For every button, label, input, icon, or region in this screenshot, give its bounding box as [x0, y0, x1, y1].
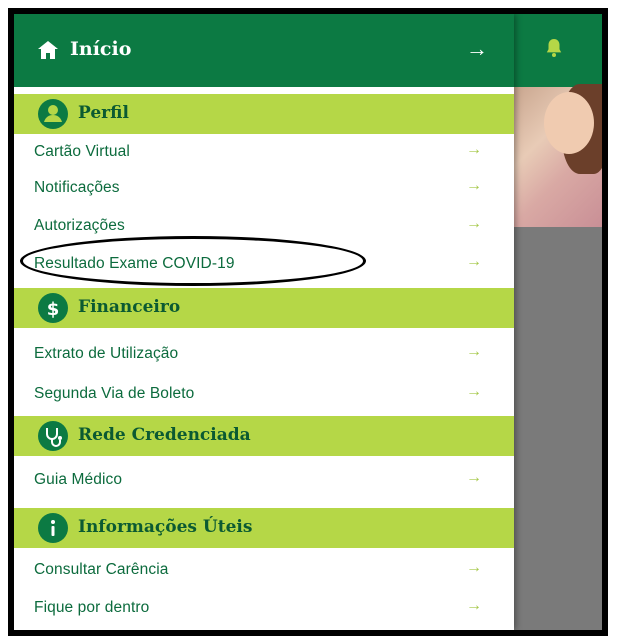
arrow-right-icon: →: [466, 597, 482, 614]
overlay-background: [514, 227, 602, 630]
user-icon: [38, 99, 68, 129]
arrow-right-icon: →: [466, 559, 482, 576]
menu-item-segunda-via-boleto[interactable]: Segunda Via de Boleto →: [14, 376, 514, 412]
arrow-right-icon: →: [466, 343, 482, 360]
menu-item-home[interactable]: Início →: [14, 14, 514, 87]
info-icon: [38, 513, 68, 543]
arrow-right-icon: →: [466, 215, 482, 232]
menu-item-label: Fique por dentro: [34, 599, 150, 616]
menu-item-extrato-utilizacao[interactable]: Extrato de Utilização →: [14, 336, 514, 372]
section-header-financeiro: $ Financeiro: [14, 288, 514, 328]
menu-item-label: Extrato de Utilização: [34, 345, 179, 362]
hero-image-face: [544, 92, 594, 154]
section-title: Financeiro: [78, 297, 181, 317]
menu-item-guia-medico[interactable]: Guia Médico →: [14, 462, 514, 498]
menu-item-consultar-carencia[interactable]: Consultar Carência →: [14, 552, 514, 588]
arrow-right-icon: →: [466, 383, 482, 400]
arrow-right-icon: →: [466, 177, 482, 194]
menu-item-resultado-exame-covid[interactable]: Resultado Exame COVID-19 →: [14, 246, 514, 282]
menu-item-notificacoes[interactable]: Notificações →: [14, 170, 514, 206]
menu-item-cartao-virtual[interactable]: Cartão Virtual →: [14, 134, 514, 170]
section-title: Perfil: [78, 103, 129, 123]
menu-item-fique-por-dentro[interactable]: Fique por dentro →: [14, 590, 514, 626]
menu-item-label: Resultado Exame COVID-19: [34, 255, 235, 272]
app-screen: Início → Perfil Cartão Virtual → Notific…: [14, 14, 602, 630]
menu-item-label: Notificações: [34, 179, 120, 196]
arrow-right-icon: →: [466, 469, 482, 486]
menu-item-label: Cartão Virtual: [34, 143, 130, 160]
menu-item-label: Autorizações: [34, 217, 125, 234]
section-title: Rede Credenciada: [78, 425, 251, 445]
menu-item-autorizacoes[interactable]: Autorizações →: [14, 208, 514, 244]
bell-icon[interactable]: [542, 36, 566, 60]
arrow-right-icon: →: [466, 36, 488, 61]
section-header-perfil: Perfil: [14, 94, 514, 134]
stethoscope-icon: [38, 421, 68, 451]
section-header-rede-credenciada: Rede Credenciada: [14, 416, 514, 456]
arrow-right-icon: →: [466, 141, 482, 158]
navigation-drawer: Início → Perfil Cartão Virtual → Notific…: [14, 14, 514, 630]
dollar-icon: $: [38, 293, 68, 323]
menu-item-label: Consultar Carência: [34, 561, 169, 578]
arrow-right-icon: →: [466, 253, 482, 270]
menu-item-label: Guia Médico: [34, 471, 123, 488]
screenshot-frame: Início → Perfil Cartão Virtual → Notific…: [8, 8, 608, 636]
section-title: Informações Úteis: [78, 517, 253, 537]
section-header-informacoes-uteis: Informações Úteis: [14, 508, 514, 548]
home-icon: [38, 41, 58, 59]
svg-text:$: $: [47, 299, 60, 320]
home-label: Início: [70, 38, 132, 60]
menu-item-label: Segunda Via de Boleto: [34, 385, 195, 402]
